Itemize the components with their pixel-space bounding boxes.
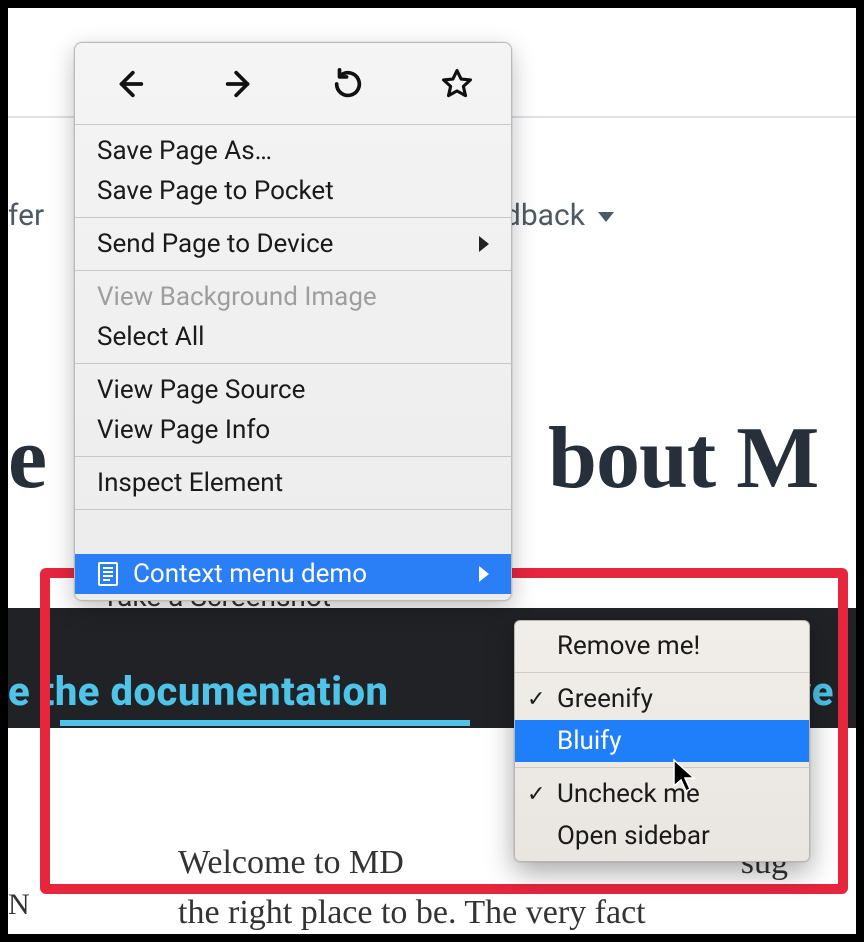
check-icon: ✓ <box>527 782 545 807</box>
nav-text: fer <box>8 198 44 233</box>
submenu-item-label: Open sidebar <box>557 821 710 851</box>
back-icon <box>113 67 147 101</box>
submenu-item-label: Greenify <box>557 684 653 714</box>
menu-item-label: Context menu demo <box>133 559 479 589</box>
submenu-item-label: Remove me! <box>557 631 700 661</box>
hero-link-underline <box>60 720 470 726</box>
submenu-arrow-icon <box>479 566 489 582</box>
menu-item-label: View Background Image <box>97 282 489 312</box>
menu-separator <box>75 270 511 271</box>
menu-item-label: View Page Source <box>97 375 489 405</box>
menu-item-send-to-device[interactable]: Send Page to Device <box>75 224 511 264</box>
menu-separator <box>515 672 809 673</box>
menu-item-view-page-source[interactable]: View Page Source <box>75 370 511 410</box>
submenu-item-remove-me[interactable]: Remove me! <box>515 625 809 667</box>
page-hero-heading-fragment-right: bout M <box>548 408 818 509</box>
submenu-item-uncheck-me[interactable]: ✓ Uncheck me <box>515 773 809 815</box>
menu-item-inspect-element[interactable]: Inspect Element <box>75 463 511 503</box>
page-hero-heading-fragment-left: e <box>8 408 46 509</box>
submenu-arrow-icon <box>479 236 489 252</box>
menu-item-save-page-as[interactable]: Save Page As… <box>75 131 511 171</box>
nav-forward-button[interactable] <box>209 54 269 114</box>
text: Welcome to MD <box>178 844 404 881</box>
menu-item-label: Inspect Element <box>97 468 489 498</box>
chevron-down-icon <box>598 212 614 222</box>
bookmark-button[interactable] <box>427 54 487 114</box>
submenu-item-bluify[interactable]: Bluify <box>515 720 809 762</box>
menu-item-label: Save Page As… <box>97 136 489 166</box>
context-submenu: Remove me! ✓ Greenify Bluify ✓ Uncheck m… <box>514 620 810 862</box>
menu-item-view-background-image: View Background Image <box>75 277 511 317</box>
menu-item-label: View Page Info <box>97 415 489 445</box>
menu-item-label: Save Page to Pocket <box>97 176 489 206</box>
menu-separator <box>75 217 511 218</box>
menu-separator <box>75 509 511 510</box>
reload-icon <box>331 67 365 101</box>
document-icon <box>97 561 119 587</box>
cursor-icon <box>672 758 698 794</box>
menu-item-save-to-pocket[interactable]: Save Page to Pocket <box>75 171 511 211</box>
submenu-item-label: Bluify <box>557 726 622 756</box>
context-menu: Save Page As… Save Page to Pocket Send P… <box>74 42 512 601</box>
submenu-item-greenify[interactable]: ✓ Greenify <box>515 678 809 720</box>
mouse-cursor <box>672 758 698 794</box>
sidebar-heading-fragment: N <box>8 888 30 922</box>
star-icon <box>440 67 474 101</box>
menu-separator <box>75 456 511 457</box>
nav-back-button[interactable] <box>100 54 160 114</box>
context-menu-navigation-toolbar <box>75 43 511 125</box>
nav-reload-button[interactable] <box>318 54 378 114</box>
nav-item-fragment-left: fer <box>8 198 44 233</box>
submenu-item-open-sidebar[interactable]: Open sidebar <box>515 815 809 857</box>
body-paragraph-line2: the right place to be. The very fact <box>178 888 646 937</box>
menu-item-context-menu-demo[interactable]: Context menu demo <box>75 554 511 594</box>
menu-item-view-page-info[interactable]: View Page Info <box>75 410 511 450</box>
menu-separator <box>75 363 511 364</box>
check-icon: ✓ <box>527 687 545 712</box>
menu-item-label: Send Page to Device <box>97 229 479 259</box>
menu-item-label: Select All <box>97 322 489 352</box>
menu-separator <box>515 767 809 768</box>
menu-item-select-all[interactable]: Select All <box>75 317 511 357</box>
hero-link-fragment-left[interactable]: e the documentation <box>8 668 389 715</box>
forward-icon <box>222 67 256 101</box>
